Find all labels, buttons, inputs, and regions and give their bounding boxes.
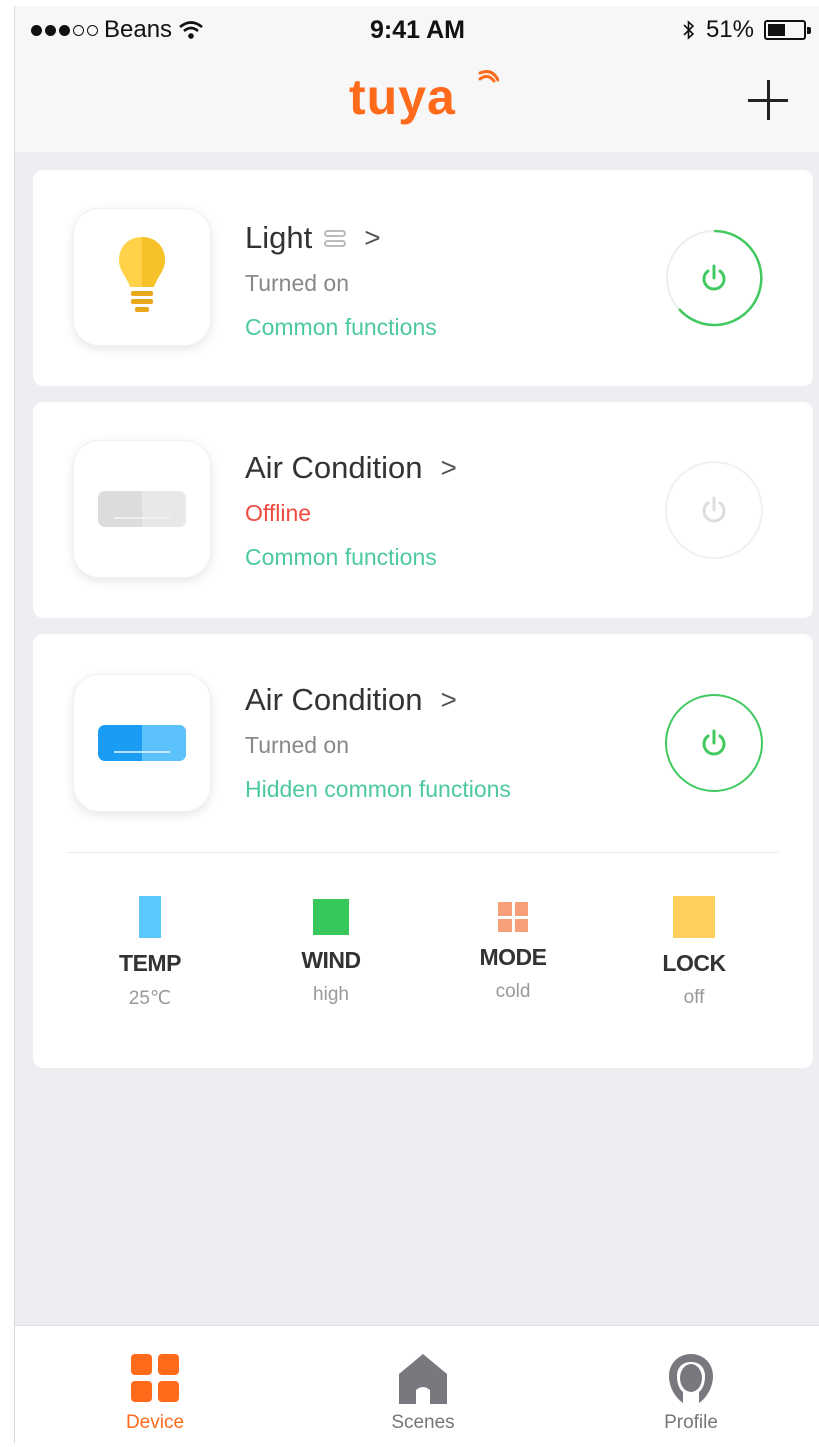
device-status: Turned on (245, 270, 349, 296)
device-card-ac-offline[interactable]: Air Condition > Offline Common functions (33, 402, 813, 618)
function-lock[interactable]: LOCK off (619, 896, 769, 1009)
function-value: high (313, 984, 349, 1005)
function-mode[interactable]: MODE cold (438, 896, 588, 1003)
battery-percent: 51% (705, 16, 754, 43)
device-name-link[interactable]: Air Condition > (245, 682, 457, 718)
wind-icon (313, 899, 349, 935)
power-toggle-button[interactable] (665, 229, 763, 327)
profile-icon (669, 1354, 713, 1403)
temp-icon (139, 896, 161, 938)
group-icon (324, 229, 347, 247)
chevron-right-icon: > (364, 222, 381, 253)
function-label: WIND (301, 947, 361, 973)
function-label: TEMP (119, 950, 181, 976)
function-value: cold (495, 981, 531, 1002)
common-functions-link[interactable]: Common functions (245, 314, 437, 341)
status-right: 51% (682, 16, 811, 44)
common-functions-link[interactable]: Common functions (245, 544, 437, 571)
function-wind[interactable]: WIND high (256, 896, 406, 1006)
tab-bar: Device Scenes Profile (15, 1325, 819, 1443)
device-status: Offline (245, 500, 312, 526)
brand-logo: tuya (349, 69, 456, 125)
power-toggle-button[interactable] (665, 461, 763, 559)
device-name: Air Condition (245, 682, 423, 717)
tab-device[interactable]: Device (55, 1326, 255, 1443)
tab-profile[interactable]: Profile (591, 1326, 791, 1443)
card-divider (67, 852, 779, 853)
tab-label: Scenes (391, 1412, 455, 1433)
bulb-icon (119, 237, 165, 312)
lock-icon (673, 896, 715, 938)
air-conditioner-icon (98, 491, 186, 527)
mode-icon (498, 902, 528, 932)
tab-label: Device (125, 1412, 185, 1433)
logo-signal-icon (478, 70, 499, 83)
grid-icon (131, 1354, 179, 1402)
function-temp[interactable]: TEMP 25℃ (75, 896, 225, 1010)
bluetooth-icon (683, 20, 695, 40)
chevron-right-icon: > (440, 684, 457, 715)
function-value: 25℃ (128, 988, 172, 1009)
function-label: MODE (479, 944, 548, 970)
device-name: Light (245, 220, 313, 255)
device-name: Air Condition (245, 450, 423, 485)
add-device-button[interactable] (748, 80, 788, 120)
hidden-common-functions-link[interactable]: Hidden common functions (245, 776, 511, 803)
device-name-link[interactable]: Light > (245, 220, 381, 256)
tab-label: Profile (664, 1412, 718, 1433)
device-icon-container (73, 208, 211, 346)
function-value: off (683, 987, 705, 1008)
power-icon (702, 264, 726, 291)
home-icon (399, 1354, 447, 1404)
function-label: LOCK (662, 950, 726, 976)
device-status: Turned on (245, 732, 349, 758)
air-conditioner-icon (98, 725, 186, 761)
tab-scenes[interactable]: Scenes (323, 1326, 523, 1443)
device-name-link[interactable]: Air Condition > (245, 450, 457, 486)
power-toggle-button[interactable] (665, 694, 763, 792)
battery-icon (764, 20, 811, 40)
power-icon (702, 729, 726, 756)
device-icon-container (73, 674, 211, 812)
power-icon (702, 496, 726, 523)
nav-bar: tuya (15, 56, 819, 152)
device-icon-container (73, 440, 211, 578)
device-card-ac-on[interactable]: Air Condition > Turned on Hidden common … (33, 634, 813, 1068)
chevron-right-icon: > (440, 452, 457, 483)
app-screen: Beans 9:41 AM 51% tuya Light > Turned on… (14, 6, 819, 1443)
status-bar: Beans 9:41 AM 51% (15, 6, 819, 56)
device-card-light[interactable]: Light > Turned on Common functions (33, 170, 813, 386)
